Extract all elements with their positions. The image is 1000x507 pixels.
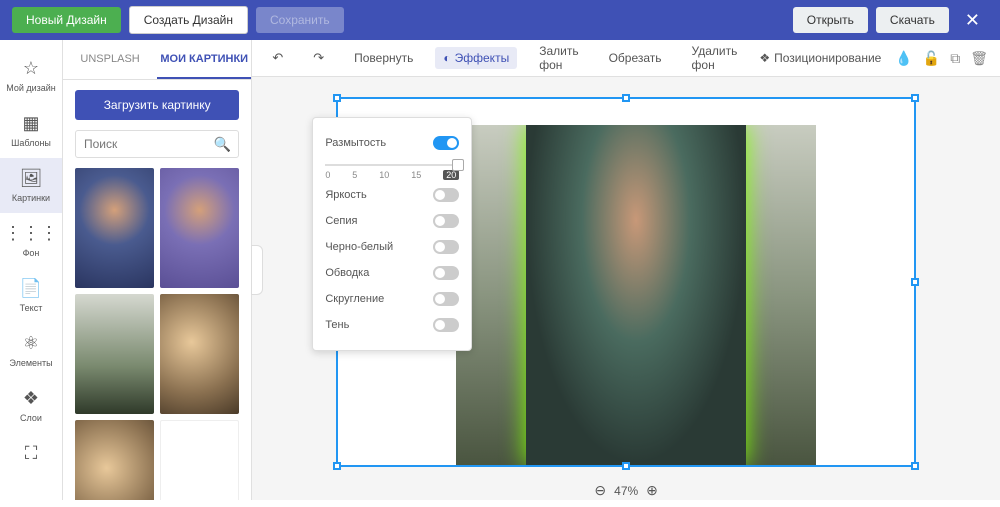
delete-icon[interactable]: 🗑	[970, 50, 988, 67]
nav-my-design[interactable]: ☆Мой дизайн	[0, 48, 62, 103]
elements-icon: ⚛	[23, 333, 39, 354]
open-button[interactable]: Открыть	[793, 7, 868, 33]
positioning-button[interactable]: ❖ Позиционирование	[759, 51, 881, 65]
rounding-toggle[interactable]	[433, 292, 459, 306]
effect-bw-label: Черно-белый	[325, 241, 393, 253]
effect-stroke-label: Обводка	[325, 267, 369, 279]
download-button[interactable]: Скачать	[876, 7, 949, 33]
redo-button[interactable]: ↷	[305, 46, 332, 70]
undo-button[interactable]: ↶	[264, 46, 291, 70]
effect-blur-label: Размытость	[325, 137, 386, 149]
tab-my-images[interactable]: МОИ КАРТИНКИ	[157, 40, 251, 79]
save-button: Сохранить	[256, 7, 344, 33]
nav-fullscreen[interactable]: ⛶	[0, 433, 62, 474]
gallery-thumb[interactable]	[160, 294, 239, 414]
fill-bg-button[interactable]: Залить фон	[531, 40, 586, 76]
gallery-thumb[interactable]	[160, 420, 239, 500]
resize-handle-br[interactable]	[911, 462, 919, 470]
image-icon: 🖼	[20, 168, 43, 189]
lock-icon[interactable]: 🔓	[923, 50, 940, 67]
gallery-thumb[interactable]	[160, 168, 239, 288]
star-icon: ☆	[23, 58, 39, 79]
canvas-toolbar: ↶ ↷ Повернуть ◐ Эффекты Залить фон Обрез…	[252, 40, 1000, 77]
gallery-thumb[interactable]	[75, 420, 154, 500]
zoom-in-icon[interactable]: ⊕	[646, 482, 658, 499]
canvas-area: ↶ ↷ Повернуть ◐ Эффекты Залить фон Обрез…	[252, 40, 1000, 500]
crop-button[interactable]: Обрезать	[601, 47, 670, 69]
templates-icon: ▦	[22, 113, 39, 134]
new-design-button[interactable]: Новый Дизайн	[12, 7, 121, 33]
layers-icon: ❖	[759, 51, 770, 65]
search-icon[interactable]: 🔍	[214, 136, 231, 153]
top-toolbar: Новый Дизайн Создать Дизайн Сохранить От…	[0, 0, 1000, 40]
resize-handle-bl[interactable]	[333, 462, 341, 470]
shadow-toggle[interactable]	[433, 318, 459, 332]
effect-rounding-label: Скругление	[325, 293, 384, 305]
rotate-button[interactable]: Повернуть	[346, 47, 421, 69]
nav-templates[interactable]: ▦Шаблоны	[0, 103, 62, 158]
nav-images[interactable]: 🖼Картинки	[0, 158, 62, 213]
bw-toggle[interactable]	[433, 240, 459, 254]
sidebar-tabs: UNSPLASH МОИ КАРТИНКИ	[63, 40, 251, 80]
close-icon[interactable]: ✕	[957, 10, 988, 31]
effects-button[interactable]: ◐ Эффекты	[435, 47, 517, 69]
tab-unsplash[interactable]: UNSPLASH	[63, 40, 157, 79]
upload-image-button[interactable]: Загрузить картинку	[75, 90, 239, 120]
brightness-toggle[interactable]	[433, 188, 459, 202]
slider-value: 20	[443, 170, 459, 180]
undo-icon: ↶	[272, 50, 283, 66]
image-gallery	[63, 168, 251, 500]
effect-shadow-label: Тень	[325, 319, 349, 331]
slider-thumb[interactable]	[452, 159, 464, 171]
fullscreen-icon: ⛶	[25, 443, 38, 464]
redo-icon: ↷	[313, 50, 324, 66]
resize-handle-tl[interactable]	[333, 94, 341, 102]
text-icon: 📄	[20, 278, 42, 299]
nav-elements[interactable]: ⚛Элементы	[0, 323, 62, 378]
blur-slider[interactable]	[325, 164, 459, 166]
copy-icon[interactable]: ⧉	[950, 50, 960, 67]
gallery-thumb[interactable]	[75, 294, 154, 414]
drop-icon[interactable]: 💧	[895, 50, 912, 67]
layers-icon: ❖	[23, 388, 39, 409]
effects-panel: Размытость 0 5 10 15 20 Яркость Сепия Че…	[312, 117, 472, 351]
resize-handle-tm[interactable]	[622, 94, 630, 102]
sepia-toggle[interactable]	[433, 214, 459, 228]
left-nav: ☆Мой дизайн ▦Шаблоны 🖼Картинки ⋮⋮⋮Фон 📄Т…	[0, 40, 63, 500]
nav-text[interactable]: 📄Текст	[0, 268, 62, 323]
stroke-toggle[interactable]	[433, 266, 459, 280]
zoom-value: 47%	[614, 484, 638, 498]
gallery-thumb[interactable]	[75, 168, 154, 288]
remove-bg-button[interactable]: Удалить фон	[684, 40, 746, 76]
blur-toggle[interactable]	[433, 136, 459, 150]
nav-layers[interactable]: ❖Слои	[0, 378, 62, 433]
grid-icon: ⋮⋮⋮	[4, 223, 58, 244]
create-design-button[interactable]: Создать Дизайн	[129, 6, 248, 34]
effects-icon: ◐	[443, 51, 450, 65]
zoom-controls: ⊖ 47% ⊕	[594, 482, 658, 499]
nav-background[interactable]: ⋮⋮⋮Фон	[0, 213, 62, 268]
resize-handle-tr[interactable]	[911, 94, 919, 102]
resize-handle-bm[interactable]	[622, 462, 630, 470]
zoom-out-icon[interactable]: ⊖	[594, 482, 606, 499]
effect-sepia-label: Сепия	[325, 215, 357, 227]
resize-handle-mr[interactable]	[911, 278, 919, 286]
sidebar-panel: UNSPLASH МОИ КАРТИНКИ Загрузить картинку…	[63, 40, 252, 500]
effect-brightness-label: Яркость	[325, 189, 366, 201]
